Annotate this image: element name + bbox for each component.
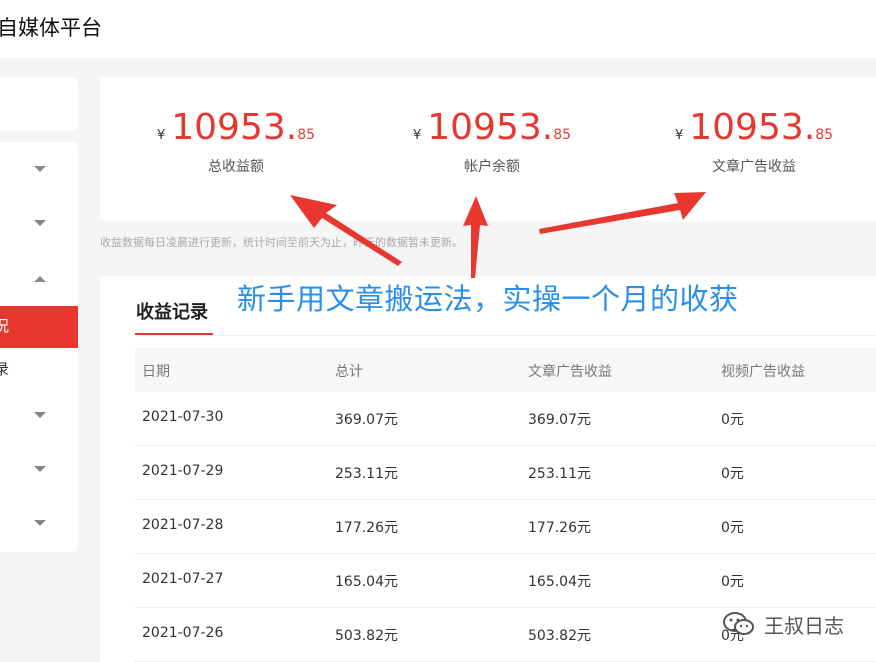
arrow-to-account-balance: [463, 196, 488, 278]
wechat-icon: [723, 612, 754, 635]
watermark-text: 王叔日志: [764, 614, 844, 638]
arrow-to-article-ad-revenue: [539, 192, 706, 234]
annotation-caption: 新手用文章搬运法，实操一个月的收获: [237, 282, 739, 316]
arrow-to-total-revenue: [290, 195, 402, 266]
annotation-arrows: [290, 192, 706, 278]
